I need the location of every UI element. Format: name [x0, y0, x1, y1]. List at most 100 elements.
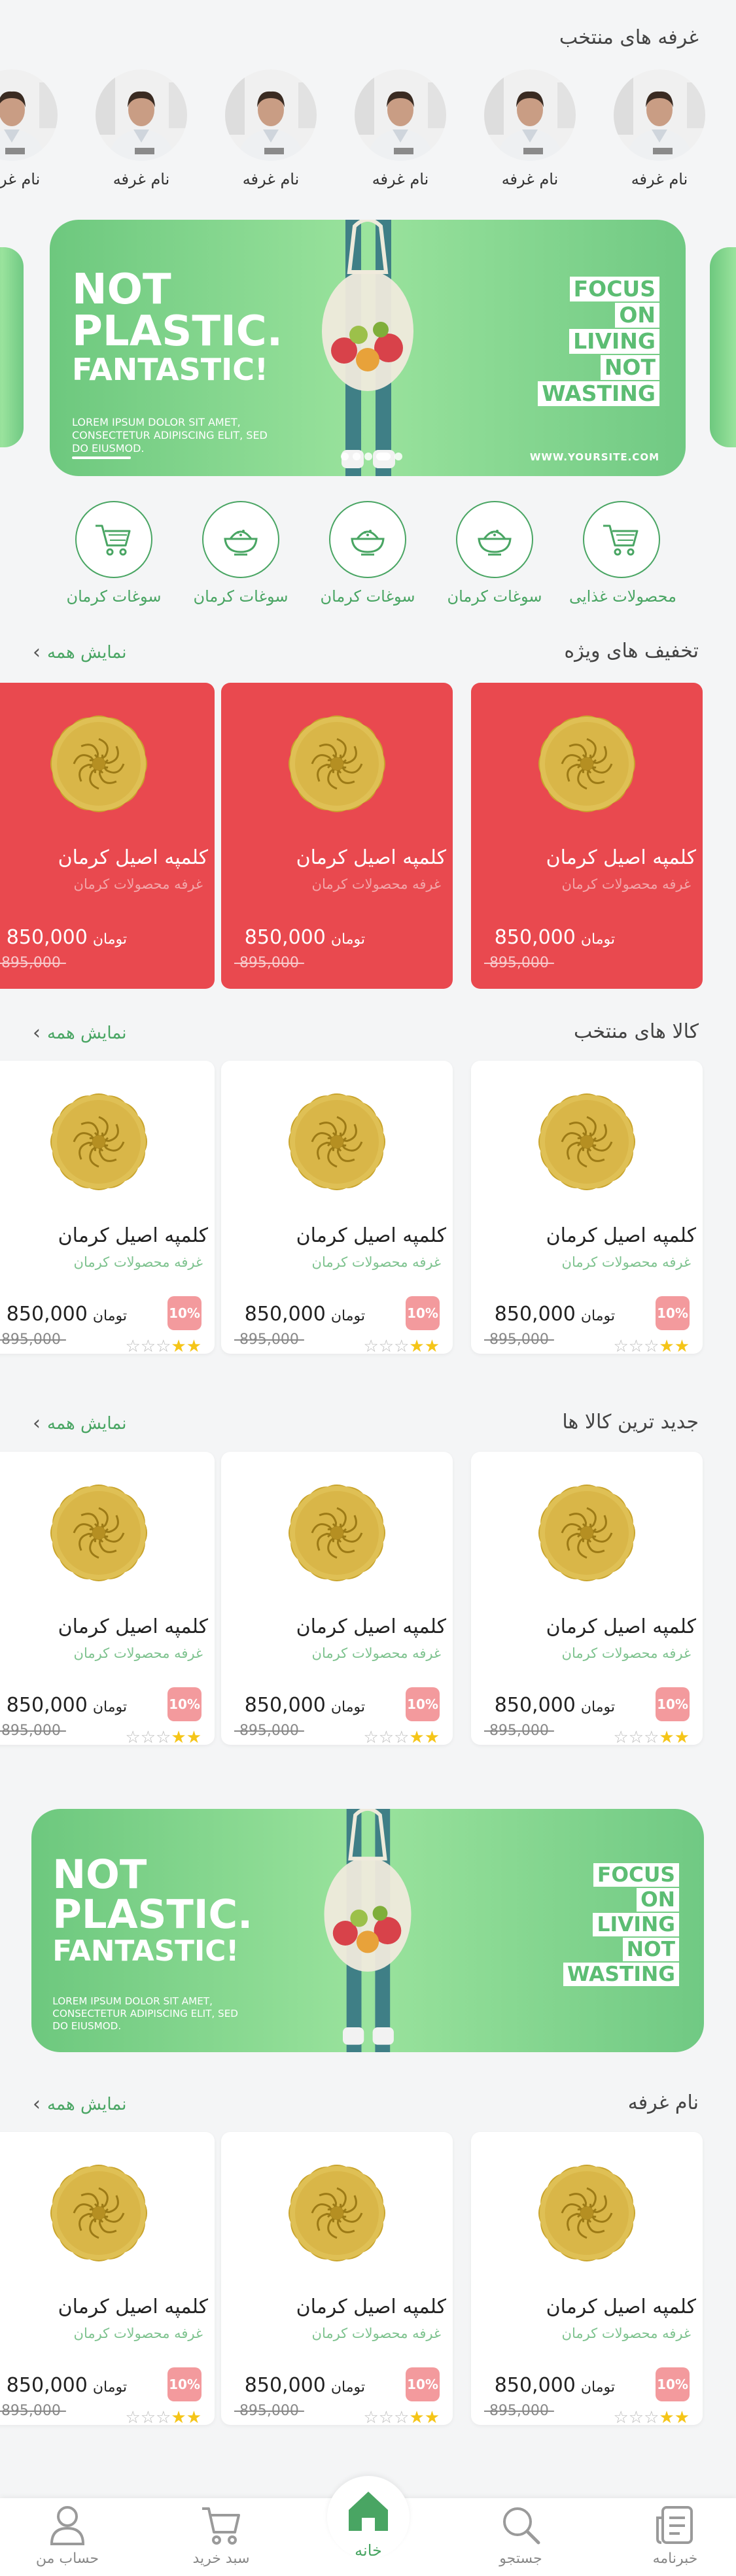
product-card[interactable]: کلمپه اصیل کرمان غرفه محصولات کرمان تومان8…: [471, 1061, 703, 1354]
story-avatar: [96, 69, 187, 161]
banner-slogan-word: WASTING: [538, 381, 659, 406]
rating-stars: ☆☆☆★★: [613, 1728, 690, 1745]
nav-home-label: خانه: [355, 2541, 382, 2560]
star-icon: ★: [409, 2408, 425, 2425]
carousel-dot[interactable]: [394, 453, 402, 460]
story-avatar: [0, 69, 58, 161]
story-item[interactable]: نام غرفه: [96, 69, 187, 188]
carousel-dot[interactable]: [364, 453, 372, 460]
price-unit: تومان: [330, 1308, 365, 1324]
product-shop: غرفه محصولات کرمان: [561, 876, 691, 892]
banner-peek-left[interactable]: [0, 247, 24, 447]
star-icon: ★: [186, 1337, 202, 1354]
star-icon: ☆: [378, 2408, 394, 2425]
special-show-all-link[interactable]: ‹ نمایش همه: [33, 641, 127, 664]
price-value: 850,000: [494, 2374, 576, 2397]
carousel-dot[interactable]: [353, 453, 360, 460]
carousel-dot[interactable]: [376, 453, 391, 460]
category-label: محصولات غذایی: [569, 587, 676, 606]
story-avatar: [484, 69, 576, 161]
featured-show-all-link[interactable]: ‹ نمایش همه: [33, 1022, 127, 1044]
avatar-image: [355, 69, 446, 161]
banner-slogan: FOCUS ON LIVING NOT WASTING: [538, 276, 659, 407]
product-card[interactable]: کلمپه اصیل کرمان غرفه محصولات کرمان تومان8…: [0, 2132, 215, 2425]
main-banner[interactable]: NOT PLASTIC. FANTASTIC! LOREM IPSUM DOLOR S…: [50, 220, 686, 476]
product-shop: غرفه محصولات کرمان: [73, 876, 203, 892]
avatar-image: [0, 69, 58, 161]
story-item[interactable]: نام غرفه: [484, 69, 576, 188]
product-price: تومان850,000: [7, 1694, 127, 1717]
star-icon: ★: [424, 1728, 440, 1745]
newspaper-icon: [656, 2506, 693, 2544]
story-avatar: [225, 69, 317, 161]
product-shop: غرفه محصولات کرمان: [561, 1645, 691, 1661]
product-image: [289, 1485, 385, 1581]
banner-slogan-word: NOT: [622, 1937, 679, 1962]
special-offers-title: تخفیف های ویژه: [564, 640, 699, 662]
product-image-wrap: [40, 705, 158, 823]
banner-slogan-word: ON: [637, 1887, 679, 1912]
nav-profile[interactable]: حساب من: [22, 2503, 113, 2567]
category-item[interactable]: سوغات کرمان: [442, 501, 547, 606]
star-icon: ☆: [140, 1337, 156, 1354]
banner-headline-2: PLASTIC.: [72, 307, 283, 356]
category-item[interactable]: محصولات غذایی: [569, 501, 676, 606]
promo-banner[interactable]: NOT PLASTIC. FANTASTIC! LOREM IPSUM DOLOR S…: [31, 1809, 704, 2052]
product-card[interactable]: کلمپه اصیل کرمان غرفه محصولات کرمان تومان8…: [0, 1061, 215, 1354]
product-card[interactable]: کلمپه اصیل کرمان غرفه محصولات کرمان تومان8…: [0, 683, 215, 989]
nav-blog[interactable]: خبرنامه: [629, 2503, 721, 2567]
newest-show-all-link[interactable]: ‹ نمایش همه: [33, 1412, 127, 1435]
product-image: [289, 715, 385, 812]
product-image: [538, 2165, 635, 2261]
category-item[interactable]: سوغات کرمان: [315, 501, 420, 606]
star-icon: ☆: [613, 1337, 629, 1354]
product-card[interactable]: کلمپه اصیل کرمان غرفه محصولات کرمان تومان8…: [0, 1452, 215, 1745]
nav-cart[interactable]: سبد خرید: [175, 2503, 267, 2567]
chevron-left-icon: ‹: [33, 2093, 41, 2116]
product-old-price: -895,000-: [234, 2403, 304, 2419]
star-icon: ★: [424, 2408, 440, 2425]
product-image-wrap: [528, 1083, 646, 1201]
banner-peek-right[interactable]: [710, 247, 736, 447]
star-icon: ★: [171, 2408, 186, 2425]
story-item[interactable]: نام غرفه: [0, 69, 58, 188]
product-old-price: -895,000-: [234, 955, 304, 971]
product-name: کلمپه اصیل کرمان: [546, 1224, 696, 1247]
carousel-dot[interactable]: [341, 453, 349, 460]
star-icon: ☆: [156, 2408, 171, 2425]
category-label: سوغات کرمان: [193, 587, 289, 606]
product-card[interactable]: کلمپه اصیل کرمان غرفه محصولات کرمان تومان8…: [221, 683, 453, 989]
story-avatar: [355, 69, 446, 161]
story-item[interactable]: نام غرفه: [355, 69, 446, 188]
product-old-price: -895,000-: [0, 1331, 66, 1348]
discount-badge: 10%: [406, 1296, 440, 1330]
product-image: [538, 715, 635, 812]
product-card[interactable]: کلمپه اصیل کرمان غرفه محصولات کرمان تومان8…: [471, 683, 703, 989]
category-item[interactable]: سوغات کرمان: [188, 501, 293, 606]
star-icon: ☆: [394, 2408, 410, 2425]
banner-lorem: LOREM IPSUM DOLOR SIT AMET, CONSECTETUR …: [72, 416, 268, 455]
nav-search[interactable]: جستجو: [475, 2503, 567, 2567]
star-icon: ☆: [125, 1337, 141, 1354]
banner-bag-image: [315, 220, 420, 476]
story-item[interactable]: نام غرفه: [614, 69, 705, 188]
discount-badge: 10%: [167, 2367, 202, 2401]
star-icon: ★: [674, 1337, 690, 1354]
chevron-left-icon: ‹: [33, 641, 41, 664]
product-image: [538, 1093, 635, 1190]
rating-stars: ☆☆☆★★: [613, 2408, 690, 2425]
category-item[interactable]: سوغات کرمان: [61, 501, 166, 606]
star-icon: ☆: [363, 2408, 379, 2425]
product-card[interactable]: کلمپه اصیل کرمان غرفه محصولات کرمان تومان8…: [221, 1061, 453, 1354]
product-card[interactable]: کلمپه اصیل کرمان غرفه محصولات کرمان تومان8…: [221, 2132, 453, 2425]
story-item[interactable]: نام غرفه: [225, 69, 317, 188]
product-shop: غرفه محصولات کرمان: [73, 2326, 203, 2341]
discount-badge: 10%: [406, 1687, 440, 1721]
category-label: سوغات کرمان: [320, 587, 415, 606]
product-card[interactable]: کلمپه اصیل کرمان غرفه محصولات کرمان تومان8…: [471, 1452, 703, 1745]
product-price: تومان850,000: [495, 1303, 615, 1326]
booth-show-all-link[interactable]: ‹ نمایش همه: [33, 2093, 127, 2116]
product-card[interactable]: کلمپه اصیل کرمان غرفه محصولات کرمان تومان8…: [221, 1452, 453, 1745]
product-card[interactable]: کلمپه اصیل کرمان غرفه محصولات کرمان تومان8…: [471, 2132, 703, 2425]
product-name: کلمپه اصیل کرمان: [296, 2295, 446, 2318]
